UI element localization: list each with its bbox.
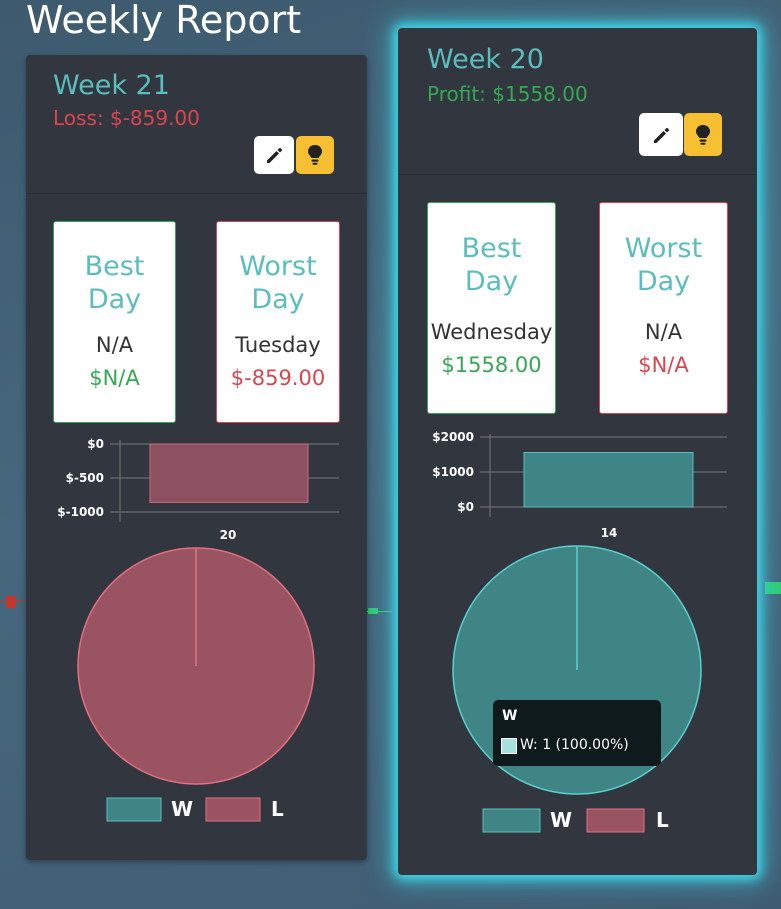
weekly-bar-chart: $0 $-500 $-1000 [57, 437, 339, 522]
background-candle [6, 596, 16, 608]
worst-day-value: $N/A [638, 353, 689, 377]
win-loss-pie-chart: 20 [77, 528, 315, 785]
tip-button[interactable] [296, 136, 334, 174]
pencil-icon [267, 148, 282, 163]
legend-swatch-w[interactable] [106, 797, 162, 822]
legend-swatch-l[interactable] [205, 797, 261, 822]
pencil-icon [654, 127, 669, 143]
week-report-card: Week 21 Loss: $-859.00 Best Day N/A $N/A… [26, 55, 367, 860]
worst-day-value: $-859.00 [230, 366, 326, 390]
y-tick-label: $0 [457, 500, 474, 514]
worst-day-heading-line1: Worst [239, 251, 317, 282]
chart-legend: W L [106, 797, 284, 822]
edit-button[interactable] [639, 113, 683, 156]
worst-day-box: Worst Day N/A $N/A [599, 202, 728, 414]
week-report-card-highlighted: Week 20 Profit: $1558.00 Best Day Wednes… [398, 28, 757, 875]
best-day-heading-line1: Best [84, 251, 145, 282]
edit-button[interactable] [254, 136, 294, 174]
legend-swatch-w[interactable] [482, 808, 541, 833]
background-candle [765, 582, 781, 594]
legend-label-l[interactable]: L [656, 808, 669, 832]
week-title: Week 20 [427, 44, 544, 75]
lightbulb-icon [696, 124, 710, 145]
legend-label-w[interactable]: W [550, 808, 572, 832]
pie-label: 20 [220, 528, 237, 542]
weekly-bar-chart: $2000 $1000 $0 [432, 430, 727, 517]
week-title: Week 21 [53, 70, 170, 101]
best-day-box: Best Day Wednesday $1558.00 [427, 202, 556, 414]
background-candle [0, 601, 26, 602]
worst-day-heading: Worst Day [217, 250, 339, 316]
tip-button[interactable] [684, 113, 722, 156]
y-tick-label: $0 [87, 437, 104, 451]
week-result: Profit: $1558.00 [427, 82, 588, 106]
tooltip-swatch [501, 738, 517, 754]
worst-day-box: Worst Day Tuesday $-859.00 [216, 221, 340, 423]
best-day-heading: Best Day [428, 232, 555, 298]
worst-day-heading-line1: Worst [624, 233, 703, 264]
bar [149, 443, 309, 503]
best-day-value: $1558.00 [441, 353, 542, 377]
best-day-box: Best Day N/A $N/A [53, 221, 176, 423]
worst-day-name: N/A [644, 320, 683, 344]
bar [523, 452, 694, 508]
pie-label: 14 [601, 526, 618, 540]
best-day-heading: Best Day [54, 250, 175, 316]
y-tick-label: $-500 [66, 471, 104, 485]
best-day-value: $N/A [89, 366, 140, 390]
best-day-heading-line2: Day [464, 266, 519, 297]
lightbulb-icon [308, 145, 322, 165]
legend-swatch-l[interactable] [586, 808, 645, 833]
tooltip-text: W: 1 (100.00%) [520, 737, 629, 753]
y-tick-label: $2000 [432, 430, 474, 444]
y-tick-label: $-1000 [57, 505, 104, 519]
tooltip-title: W [502, 708, 518, 724]
chart-tooltip: W W: 1 (100.00%) [493, 700, 661, 766]
page-title: Weekly Report [26, 0, 302, 42]
best-day-heading-line1: Best [461, 233, 522, 264]
worst-day-heading-line2: Day [636, 266, 691, 297]
best-day-heading-line2: Day [87, 284, 142, 315]
week-result: Loss: $-859.00 [53, 106, 200, 130]
worst-day-heading: Worst Day [600, 232, 727, 298]
legend-label-l[interactable]: L [271, 797, 284, 821]
chart-legend: W L [482, 808, 669, 833]
legend-label-w[interactable]: W [171, 797, 193, 821]
best-day-name: Wednesday [430, 320, 553, 344]
best-day-name: N/A [95, 333, 134, 357]
y-tick-label: $1000 [432, 465, 474, 479]
worst-day-heading-line2: Day [251, 284, 305, 315]
worst-day-name: Tuesday [235, 333, 321, 357]
